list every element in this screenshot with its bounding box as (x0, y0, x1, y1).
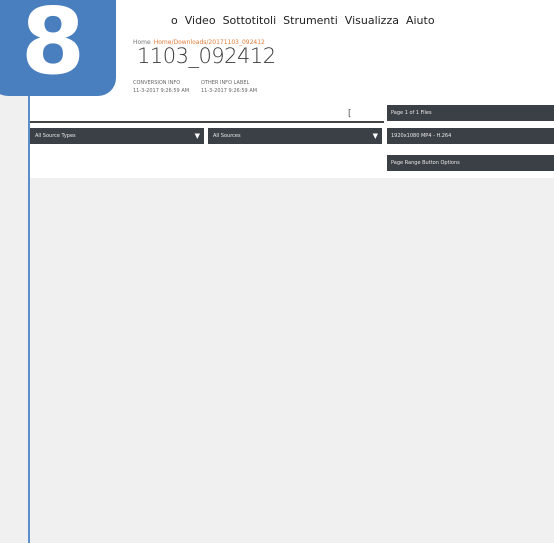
search-input[interactable] (30, 121, 384, 123)
meta-left-value: 11-3-2017 9:26:59 AM (133, 88, 190, 94)
step-number-badge: 8 (0, 0, 116, 96)
format-info-button[interactable]: 1920x1080 MP4 - H.264 (387, 128, 554, 144)
menu-item-file[interactable]: o (171, 14, 178, 27)
meta-info-right: OTHER INFO LABEL 11-3-2017 9:26:59 AM (201, 79, 257, 95)
step-number: 8 (20, 0, 85, 95)
page-range-button[interactable]: Page Range Button Options (387, 155, 554, 171)
menu-items: o Video Sottotitoli Strumenti Visualizza… (171, 14, 435, 27)
page-info-button[interactable]: Page 1 of 1 Files (387, 105, 554, 121)
page-title: 1103_092412 (137, 44, 276, 68)
source-type-select-value: All Source Types (35, 133, 76, 139)
sources-select-value: All Sources (213, 133, 241, 139)
sources-select[interactable]: All Sources ▼ (208, 128, 382, 144)
meta-right-label: OTHER INFO LABEL (201, 80, 250, 86)
menu-item-subtitles[interactable]: Sottotitoli (223, 14, 277, 27)
meta-left-label: CONVERSION INFO (133, 80, 181, 86)
search-icon[interactable]: [ (348, 109, 352, 119)
meta-right-value: 11-3-2017 9:26:59 AM (201, 88, 258, 94)
source-type-select[interactable]: All Source Types ▼ (30, 128, 204, 144)
meta-info-left: CONVERSION INFO 11-3-2017 9:26:59 AM (133, 79, 189, 95)
menu-item-help[interactable]: Aiuto (406, 14, 435, 27)
menu-item-video[interactable]: Video (185, 14, 216, 27)
menu-item-view[interactable]: Visualizza (345, 14, 399, 27)
menu-item-tools[interactable]: Strumenti (283, 14, 338, 27)
chevron-down-icon: ▼ (194, 132, 200, 140)
chevron-down-icon: ▼ (372, 132, 378, 140)
